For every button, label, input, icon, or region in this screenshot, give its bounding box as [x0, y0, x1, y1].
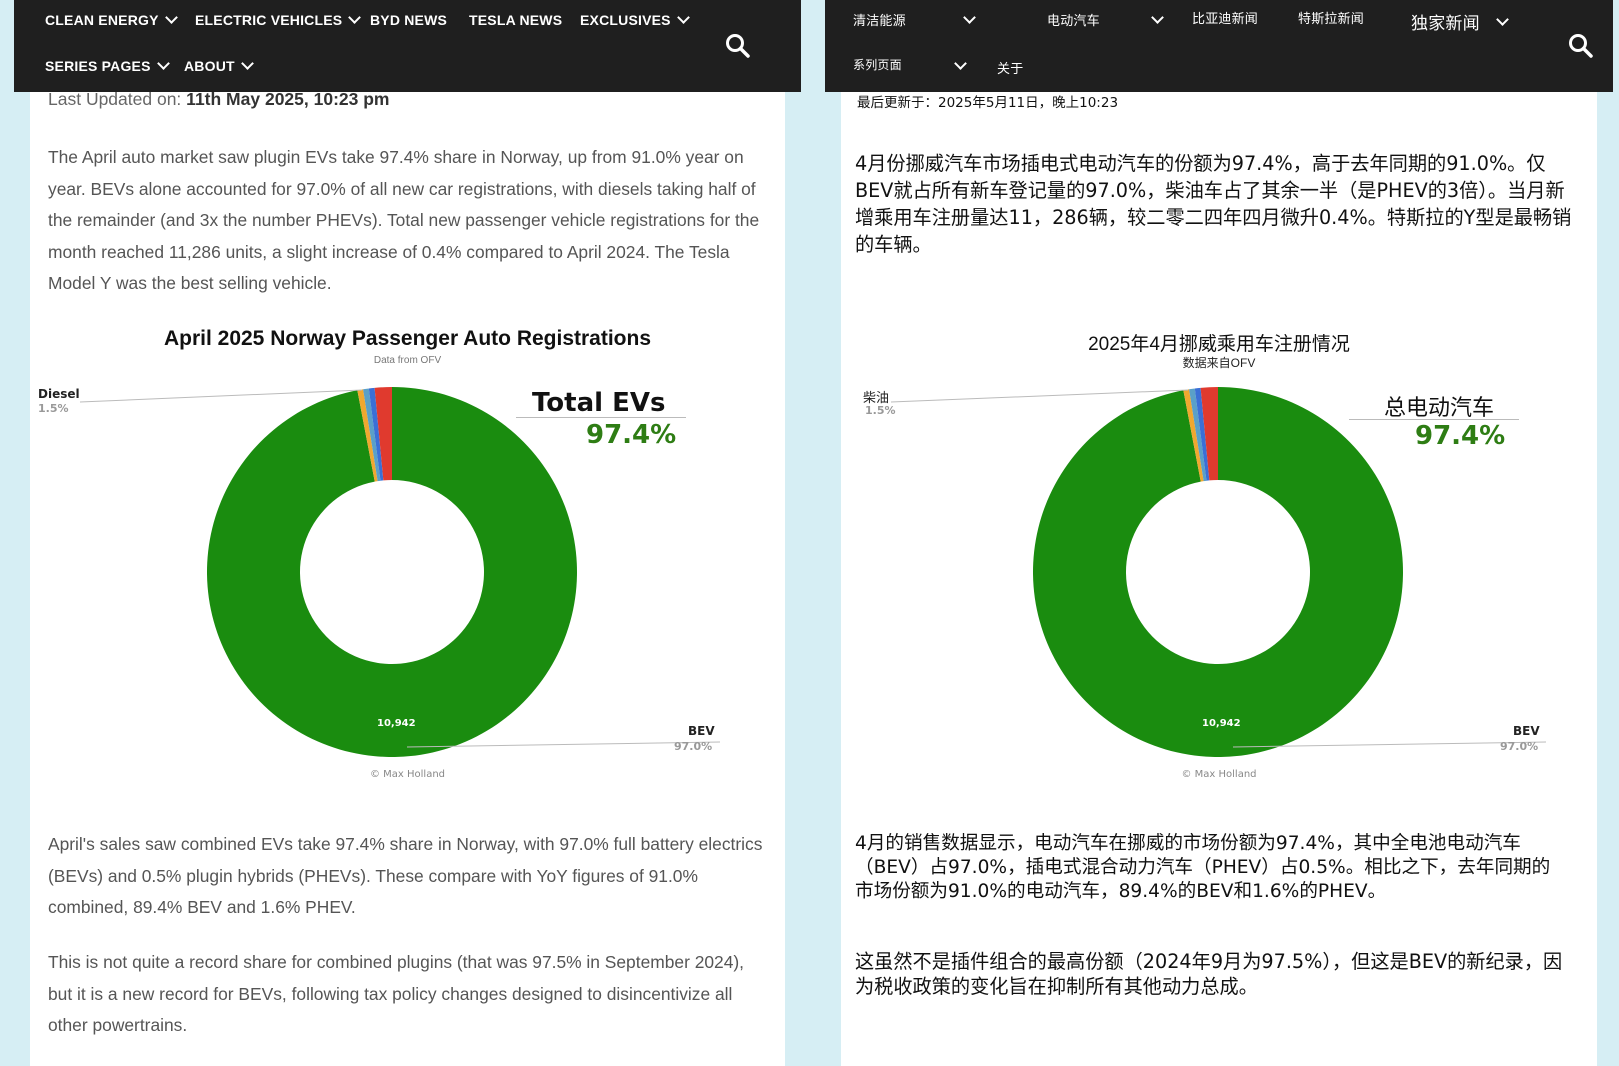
nav-label: ABOUT	[184, 58, 235, 74]
chevron-down-icon[interactable]	[963, 11, 976, 24]
article-content: Last Updated on: 11th May 2025, 10:23 pm…	[30, 89, 785, 1066]
chevron-down-icon	[240, 57, 254, 70]
bev-percent: 97.0%	[674, 740, 713, 753]
nav-byd-news[interactable]: 比亚迪新闻	[1192, 8, 1258, 27]
article-content: 最后更新于：2025年5月11日，晚上10:23 4月份挪威汽车市场插电式电动汽…	[841, 92, 1597, 1066]
nav-exclusives[interactable]: EXCLUSIVES	[580, 11, 690, 28]
nav-clean-energy[interactable]: CLEAN ENERGY	[45, 11, 178, 28]
chart-credit: © Max Holland	[369, 769, 446, 780]
bev-count-label: 10,942	[1202, 718, 1241, 729]
article-paragraph: 4月的销售数据显示，电动汽车在挪威的市场份额为97.4%，其中全电池电动汽车（B…	[855, 833, 1551, 902]
nav-label: 关于	[997, 61, 1024, 76]
nav-label: ELECTRIC VEHICLES	[195, 12, 343, 28]
chevron-down-icon	[164, 11, 178, 24]
article-paragraph: 这虽然不是插件组合的最高份额（2024年9月为97.5%），但这是BEV的新纪录…	[855, 950, 1563, 998]
nav-series-pages[interactable]: 系列页面	[853, 56, 902, 73]
bev-count-label: 10,942	[377, 718, 416, 729]
nav-about[interactable]: 关于	[997, 58, 1023, 77]
nav-label: 系列页面	[853, 58, 902, 72]
nav-tesla-news[interactable]: TESLA NEWS	[469, 12, 562, 28]
english-article-panel: CLEAN ENERGY ELECTRIC VEHICLES BYD NEWS …	[14, 0, 801, 1066]
nav-about[interactable]: ABOUT	[184, 57, 254, 74]
diesel-label: Diesel	[38, 387, 80, 401]
chinese-article-panel: 清洁能源 电动汽车 比亚迪新闻 特斯拉新闻 独家新闻 系列页面 关于 最后更新于…	[825, 0, 1613, 1066]
article-paragraph: The April auto market saw plugin EVs tak…	[48, 147, 760, 293]
diesel-percent: 1.5%	[38, 402, 69, 415]
nav-electric-vehicles[interactable]: 电动汽车	[1047, 10, 1100, 29]
last-updated: 最后更新于：2025年5月11日，晚上10:23	[857, 95, 1119, 111]
article-paragraph: This is not quite a record share for com…	[48, 952, 744, 1035]
chevron-down-icon	[1495, 12, 1509, 26]
diesel-percent: 1.5%	[865, 404, 896, 417]
nav-label: 特斯拉新闻	[1298, 11, 1365, 26]
bev-percent: 97.0%	[1500, 740, 1539, 753]
diesel-leader-line	[890, 389, 1189, 403]
nav-tesla-news[interactable]: 特斯拉新闻	[1298, 8, 1364, 27]
nav-clean-energy[interactable]: 清洁能源	[853, 10, 906, 29]
last-updated: Last Updated on: 11th May 2025, 10:23 pm	[48, 89, 389, 110]
chart-credit: © Max Holland	[1181, 769, 1257, 780]
nav-label: BYD NEWS	[370, 12, 448, 28]
donut-chart: 2025年4月挪威乘用车注册情况 数据来自OFV 总电动汽车 97.4% 柴油 …	[841, 322, 1597, 792]
search-icon[interactable]	[1567, 32, 1595, 60]
donut-chart: April 2025 Norway Passenger Auto Registr…	[30, 322, 785, 792]
chevron-down-icon[interactable]	[1151, 11, 1164, 24]
nav-electric-vehicles[interactable]: ELECTRIC VEHICLES	[195, 11, 362, 28]
nav-label: 独家新闻	[1411, 14, 1480, 33]
nav-label: 电动汽车	[1047, 13, 1100, 28]
chevron-down-icon	[676, 11, 690, 24]
nav-label: 清洁能源	[853, 13, 906, 28]
last-updated-date: 11th May 2025, 10:23 pm	[186, 89, 390, 109]
bev-label: BEV	[688, 724, 715, 738]
nav-label: 比亚迪新闻	[1192, 11, 1259, 26]
total-evs-value: 97.4%	[1415, 421, 1506, 451]
total-evs-rule	[516, 417, 686, 418]
site-navbar: CLEAN ENERGY ELECTRIC VEHICLES BYD NEWS …	[14, 0, 801, 92]
nav-exclusives[interactable]: 独家新闻	[1411, 9, 1509, 34]
total-evs-label: Total EVs	[532, 388, 666, 418]
nav-label: CLEAN ENERGY	[45, 12, 159, 28]
nav-label: TESLA NEWS	[469, 12, 563, 28]
total-evs-label: 总电动汽车	[1384, 396, 1495, 421]
search-icon[interactable]	[724, 32, 752, 60]
last-updated-label: Last Updated on:	[48, 89, 182, 109]
diesel-leader-line	[79, 389, 363, 403]
nav-label: EXCLUSIVES	[580, 12, 671, 28]
chevron-down-icon[interactable]	[954, 57, 967, 70]
chevron-down-icon	[156, 57, 170, 70]
article-paragraph: April's sales saw combined EVs take 97.4…	[48, 834, 763, 917]
site-navbar: 清洁能源 电动汽车 比亚迪新闻 特斯拉新闻 独家新闻 系列页面 关于	[825, 0, 1613, 92]
nav-byd-news[interactable]: BYD NEWS	[370, 12, 447, 28]
article-paragraph: 4月份挪威汽车市场插电式电动汽车的份额为97.4%，高于去年同期的91.0%。仅…	[855, 152, 1572, 256]
total-evs-value: 97.4%	[586, 420, 677, 450]
total-evs-rule	[1349, 419, 1519, 420]
chevron-down-icon	[348, 11, 362, 24]
nav-series-pages[interactable]: SERIES PAGES	[45, 57, 170, 74]
nav-label: SERIES PAGES	[45, 58, 151, 74]
bev-label: BEV	[1513, 724, 1540, 738]
